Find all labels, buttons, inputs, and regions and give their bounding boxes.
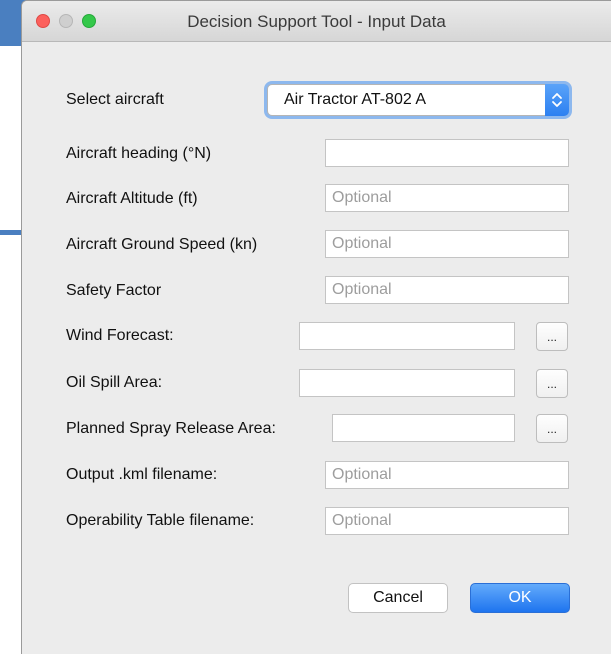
window-title: Decision Support Tool - Input Data [187, 12, 446, 31]
aircraft-select-value: Air Tractor AT-802 A [284, 91, 426, 108]
operability-table-filename-label: Operability Table filename: [66, 512, 255, 529]
cancel-button[interactable]: Cancel [348, 583, 448, 613]
aircraft-heading-label: Aircraft heading (°N) [66, 145, 212, 162]
output-kml-filename-label: Output .kml filename: [66, 466, 218, 483]
aircraft-heading-input[interactable] [325, 139, 569, 167]
oil-spill-area-label: Oil Spill Area: [66, 374, 163, 391]
aircraft-altitude-input[interactable] [325, 184, 569, 212]
wind-forecast-label: Wind Forecast: [66, 327, 174, 344]
aircraft-select[interactable]: Air Tractor AT-802 A [267, 84, 569, 116]
dialog-window: Decision Support Tool - Input Data Selec… [21, 0, 611, 654]
aircraft-altitude-label: Aircraft Altitude (ft) [66, 190, 198, 207]
safety-factor-input[interactable] [325, 276, 569, 304]
planned-spray-release-area-browse-button[interactable]: ... [536, 414, 568, 443]
aircraft-ground-speed-label: Aircraft Ground Speed (kn) [66, 236, 258, 253]
oil-spill-area-input[interactable] [299, 369, 515, 397]
ok-button[interactable]: OK [470, 583, 570, 613]
planned-spray-release-area-input[interactable] [332, 414, 515, 442]
up-down-chevron-icon [552, 93, 562, 107]
aircraft-ground-speed-input[interactable] [325, 230, 569, 258]
title-bar[interactable]: Decision Support Tool - Input Data [22, 1, 611, 42]
operability-table-filename-input[interactable] [325, 507, 569, 535]
output-kml-filename-input[interactable] [325, 461, 569, 489]
select-stepper[interactable] [545, 84, 569, 116]
safety-factor-label: Safety Factor [66, 282, 162, 299]
oil-spill-area-browse-button[interactable]: ... [536, 369, 568, 398]
planned-spray-release-area-label: Planned Spray Release Area: [66, 420, 276, 437]
select-aircraft-label: Select aircraft [66, 91, 164, 108]
wind-forecast-input[interactable] [299, 322, 515, 350]
wind-forecast-browse-button[interactable]: ... [536, 322, 568, 351]
